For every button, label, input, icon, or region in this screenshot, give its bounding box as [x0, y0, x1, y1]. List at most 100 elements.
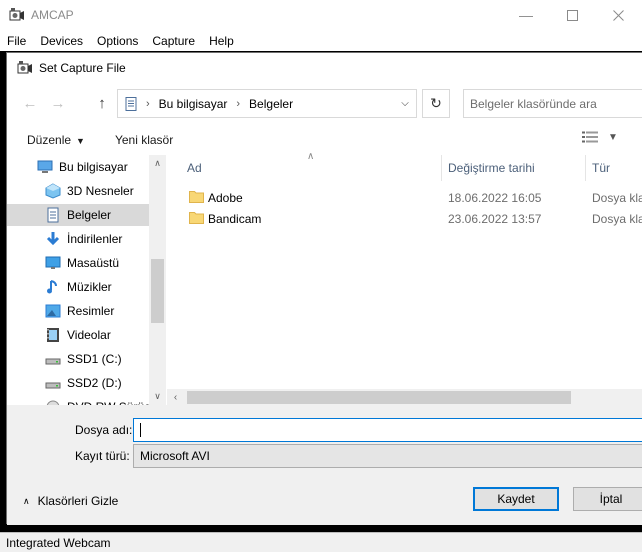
refresh-button[interactable]: ↻ [422, 89, 450, 118]
column-divider[interactable] [441, 155, 442, 181]
sidebar-item-label: SSD1 (C:) [67, 352, 122, 366]
column-divider[interactable] [585, 155, 586, 181]
column-header-type[interactable]: Tür [592, 155, 610, 181]
navigation-pane-scrollbar[interactable]: ∧ ∨ [149, 155, 166, 405]
menu-devices[interactable]: Devices [33, 34, 90, 48]
text-caret [140, 423, 141, 437]
navigation-pane: Bu bilgisayar 3D Nesneler Belgeler İndirile… [7, 155, 163, 405]
sidebar-item[interactable]: 3D Nesneler [7, 180, 149, 202]
camera-app-icon [17, 61, 32, 74]
sidebar-item[interactable]: SSD1 (C:) [7, 348, 149, 370]
navigation-bar: ← → ↑ › Bu bilgisayar › Belgeler ⌵ ↻ Bel… [7, 87, 642, 119]
pictures-icon [45, 303, 61, 319]
arrow-up-icon: ↑ [98, 94, 106, 112]
minimize-icon: — [519, 7, 533, 23]
chevron-down-icon: ⌵ [401, 98, 409, 109]
maximize-icon [566, 9, 578, 21]
file-list: ∧ Ad Değiştirme tarihi Tür Adobe 18.06.2… [167, 151, 642, 405]
breadcrumb-this-pc[interactable]: Bu bilgisayar [159, 97, 228, 111]
set-capture-file-dialog: Set Capture File ← → ↑ › Bu bilgisayar ›… [6, 52, 642, 525]
minimize-button[interactable]: — [503, 0, 549, 30]
sidebar-item[interactable]: Bu bilgisayar [7, 156, 149, 178]
documents-icon [125, 96, 137, 111]
documents-icon [45, 207, 61, 223]
maximize-button[interactable] [549, 0, 595, 30]
filetype-select[interactable]: Microsoft AVI [133, 444, 642, 468]
app-title-bar: AMCAP — [0, 0, 642, 30]
sidebar-item[interactable]: Resimler [7, 300, 149, 322]
file-date: 18.06.2022 16:05 [448, 190, 542, 205]
status-text: Integrated Webcam [6, 535, 111, 550]
file-type: Dosya klasörü [592, 211, 642, 226]
details-view-icon[interactable] [582, 131, 598, 143]
sidebar-item-label: Bu bilgisayar [59, 160, 128, 174]
organize-label: Düzenle [27, 133, 72, 147]
music-icon [45, 279, 61, 295]
desktop-icon [45, 255, 61, 271]
address-dropdown-button[interactable]: ⌵ [394, 90, 416, 117]
address-bar[interactable]: › Bu bilgisayar › Belgeler ⌵ [117, 89, 417, 118]
sidebar-item[interactable]: Belgeler [7, 204, 149, 226]
downloads-icon [45, 231, 61, 247]
computer-icon [37, 159, 53, 175]
status-bar: Integrated Webcam [0, 532, 642, 552]
sidebar-item-label: 3D Nesneler [67, 184, 134, 198]
new-folder-button[interactable]: Yeni klasör [115, 133, 173, 147]
sidebar-item-label: SSD2 (D:) [67, 376, 122, 390]
hide-folders-toggle[interactable]: ∧ Klasörleri Gizle [23, 494, 118, 508]
menu-help[interactable]: Help [202, 34, 241, 48]
sidebar-item[interactable]: Masaüstü [7, 252, 149, 274]
filename-input[interactable] [133, 418, 642, 442]
menu-file[interactable]: File [0, 34, 33, 48]
column-header-name[interactable]: Ad [187, 155, 202, 181]
breadcrumb-separator-icon: › [146, 97, 150, 110]
sidebar-item[interactable]: Müzikler [7, 276, 149, 298]
file-row[interactable]: Adobe 18.06.2022 16:05 Dosya klasörü [167, 187, 642, 208]
camera-app-icon [9, 8, 24, 21]
refresh-icon: ↻ [430, 95, 442, 111]
amcap-window: AMCAP — File Devices Options Capture Hel… [0, 0, 642, 552]
save-button[interactable]: Kaydet [473, 487, 559, 511]
scroll-down-icon[interactable]: ∨ [149, 388, 166, 405]
scrollbar-thumb[interactable] [187, 391, 571, 404]
menu-options[interactable]: Options [90, 34, 145, 48]
file-date: 23.06.2022 13:57 [448, 211, 542, 226]
filename-label: Dosya adı: [75, 423, 133, 437]
sidebar-item-label: Masaüstü [67, 256, 120, 270]
sidebar-item-label: İndirilenler [67, 232, 123, 246]
column-header-date[interactable]: Değiştirme tarihi [448, 155, 535, 181]
scroll-up-icon[interactable]: ∧ [149, 155, 166, 172]
up-button[interactable]: ↑ [91, 92, 113, 114]
app-title: AMCAP [31, 8, 74, 22]
close-icon [612, 9, 624, 21]
sidebar-item[interactable]: DVD RW Sürücü [7, 396, 157, 405]
sidebar-item-label: Müzikler [67, 280, 112, 294]
arrow-right-icon: → [50, 94, 66, 112]
scrollbar-thumb[interactable] [151, 259, 164, 323]
file-list-horizontal-scrollbar[interactable]: ‹ [167, 389, 642, 406]
sidebar-item[interactable]: Videolar [7, 324, 149, 346]
organize-button[interactable]: Düzenle ▼ [27, 133, 85, 147]
triangle-down-icon[interactable]: ▼ [608, 132, 618, 143]
scroll-left-icon[interactable]: ‹ [167, 389, 184, 406]
cancel-button[interactable]: İptal [573, 487, 642, 511]
sidebar-item-label: Belgeler [67, 208, 112, 222]
3d-objects-icon [45, 183, 61, 199]
breadcrumb-documents[interactable]: Belgeler [249, 97, 293, 111]
breadcrumb-separator-icon: › [236, 97, 241, 110]
back-button[interactable]: ← [19, 92, 41, 114]
arrow-left-icon: ← [22, 94, 38, 112]
menu-capture[interactable]: Capture [145, 34, 202, 48]
search-input[interactable]: Belgeler klasöründe ara [463, 89, 642, 118]
sidebar-item[interactable]: İndirilenler [7, 228, 149, 250]
close-button[interactable] [595, 0, 641, 30]
command-bar: Düzenle ▼ Yeni klasör ▼ [7, 125, 642, 155]
file-type: Dosya klasörü [592, 190, 642, 205]
folder-icon [189, 212, 204, 224]
sidebar-item[interactable]: SSD2 (D:) [7, 372, 149, 394]
triangle-down-icon: ▼ [76, 136, 85, 146]
file-row[interactable]: Bandicam 23.06.2022 13:57 Dosya klasörü [167, 208, 642, 229]
forward-button[interactable]: → [47, 92, 69, 114]
menu-bar: File Devices Options Capture Help [0, 30, 642, 51]
hide-folders-label: Klasörleri Gizle [37, 494, 119, 508]
